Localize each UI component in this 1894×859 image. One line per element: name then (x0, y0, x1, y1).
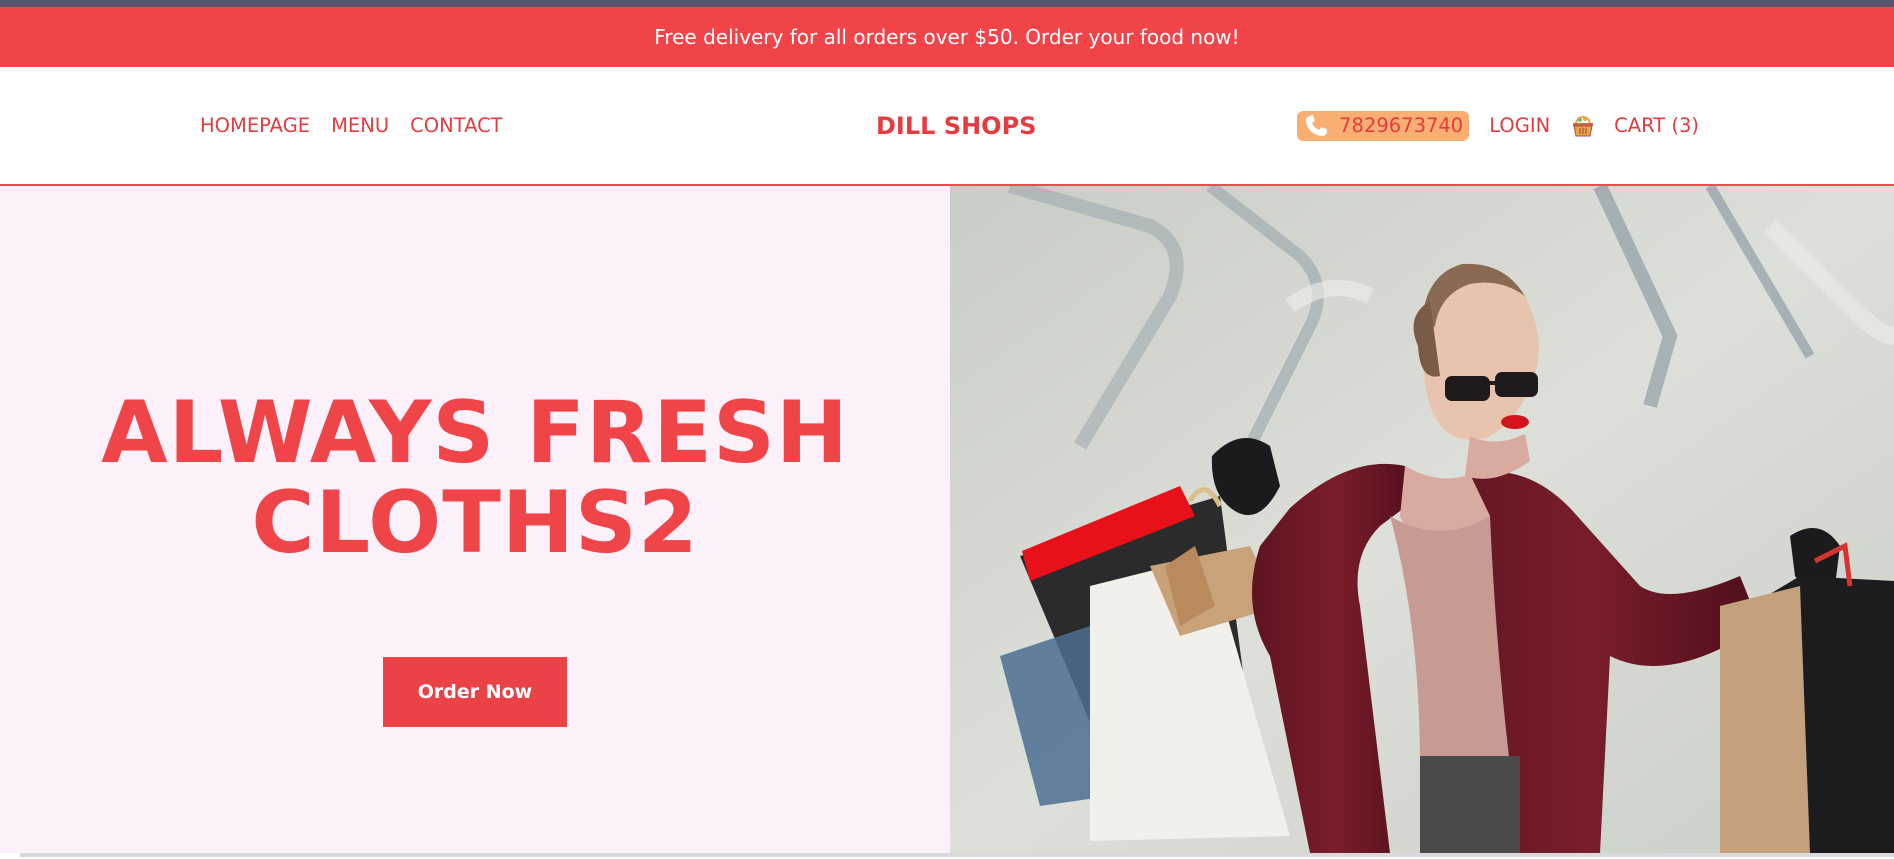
order-now-button[interactable]: Order Now (383, 657, 567, 727)
cart-group[interactable]: CART (3) (1570, 113, 1699, 139)
promo-text: Free delivery for all orders over $50. O… (654, 25, 1240, 49)
site-header: HOMEPAGE MENU CONTACT DILL SHOPS 7829673… (0, 67, 1894, 186)
hero-photo-shopping-woman (950, 186, 1894, 853)
phone-icon (1303, 114, 1331, 138)
cart-link[interactable]: CART (3) (1614, 114, 1699, 137)
phone-badge[interactable]: 7829673740 (1297, 110, 1470, 141)
nav-link-contact[interactable]: CONTACT (410, 114, 502, 137)
nav-link-homepage[interactable]: HOMEPAGE (200, 114, 310, 137)
hero-title-line-2: CLOTHS2 (251, 473, 699, 573)
phone-number: 7829673740 (1339, 114, 1464, 137)
top-strip (0, 0, 1894, 7)
hero-title-line-1: ALWAYS FRESH (101, 383, 849, 483)
login-link[interactable]: LOGIN (1489, 114, 1550, 137)
page-bottom-line (20, 853, 1894, 857)
basket-icon (1570, 113, 1596, 139)
nav-link-menu[interactable]: MENU (331, 114, 389, 137)
promo-bar: Free delivery for all orders over $50. O… (0, 7, 1894, 67)
secondary-nav: 7829673740 LOGIN CART (3) (1297, 67, 1699, 184)
hero-section: ALWAYS FRESH CLOTHS2 Order Now (0, 186, 1894, 853)
primary-nav: HOMEPAGE MENU CONTACT (200, 67, 503, 184)
brand-logo[interactable]: DILL SHOPS (876, 67, 1036, 184)
hero-title: ALWAYS FRESH CLOTHS2 (0, 388, 950, 568)
hero-image-panel (950, 186, 1894, 853)
hero-text-panel: ALWAYS FRESH CLOTHS2 Order Now (0, 186, 950, 853)
